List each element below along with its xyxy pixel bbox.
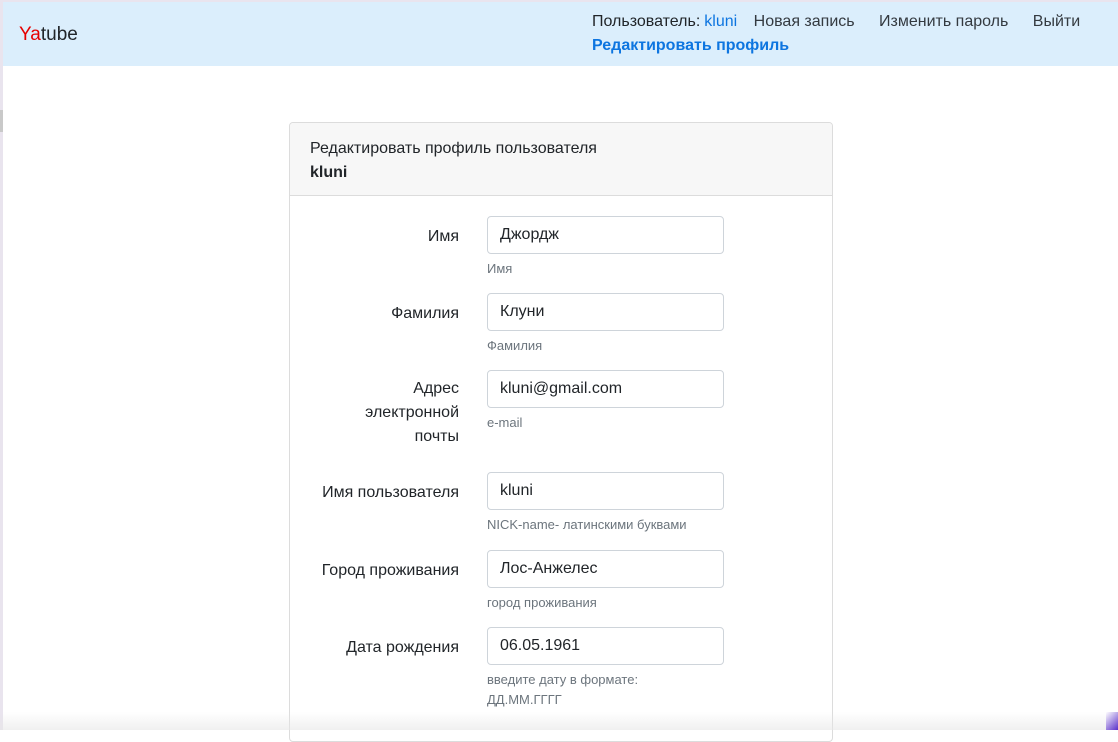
city-input[interactable] <box>487 550 724 588</box>
brand-logo-link[interactable]: Yatube <box>19 24 78 46</box>
email-input[interactable] <box>487 370 724 408</box>
brand-rest: tube <box>40 24 78 45</box>
email-help: e-mail <box>487 415 523 430</box>
city-help: город проживания <box>487 595 597 610</box>
username-help: NICK-name- латинскими буквами <box>487 517 687 532</box>
brand-accent: Ya <box>19 24 41 45</box>
current-user-name-link[interactable]: kluni <box>704 13 737 30</box>
first-name-label: Имя <box>427 228 459 245</box>
username-input[interactable] <box>487 472 724 510</box>
new-post-link[interactable]: Новая запись <box>754 13 855 30</box>
current-user-label: Пользователь: <box>592 13 701 30</box>
username-label: Имя пользователя <box>322 484 459 501</box>
first-name-input[interactable] <box>487 216 724 254</box>
navbar: Yatube Пользователь: kluni Новая запись И… <box>3 2 1118 66</box>
nav-row-primary: Пользователь: kluni Новая запись Изменить… <box>592 10 1112 34</box>
card-header: Редактировать профиль пользователя kluni <box>290 123 832 196</box>
last-name-input[interactable] <box>487 293 724 331</box>
birth-date-help: введите дату в формате: ДД.ММ.ГГГГ <box>487 672 639 707</box>
window-left-marker <box>0 110 3 132</box>
first-name-help: Имя <box>487 261 513 276</box>
edit-profile-link[interactable]: Редактировать профиль <box>592 34 1112 58</box>
card-username: kluni <box>310 164 348 181</box>
city-label: Город проживания <box>321 562 459 579</box>
nav-links: Пользователь: kluni Новая запись Изменить… <box>592 10 1112 58</box>
email-label: Адрес электронной почты <box>365 380 459 445</box>
change-password-link[interactable]: Изменить пароль <box>879 13 1008 30</box>
last-name-help: Фамилия <box>487 338 543 353</box>
card-title: Редактировать профиль пользователя <box>310 140 597 157</box>
birth-date-label: Дата рождения <box>346 639 459 656</box>
birth-date-input[interactable] <box>487 627 724 665</box>
window-bottom-shadow <box>0 712 1118 730</box>
edit-profile-card: Редактировать профиль пользователя kluni… <box>289 122 833 742</box>
logout-link[interactable]: Выйти <box>1033 13 1080 30</box>
window-corner-accent <box>1106 712 1118 730</box>
last-name-label: Фамилия <box>391 305 459 322</box>
